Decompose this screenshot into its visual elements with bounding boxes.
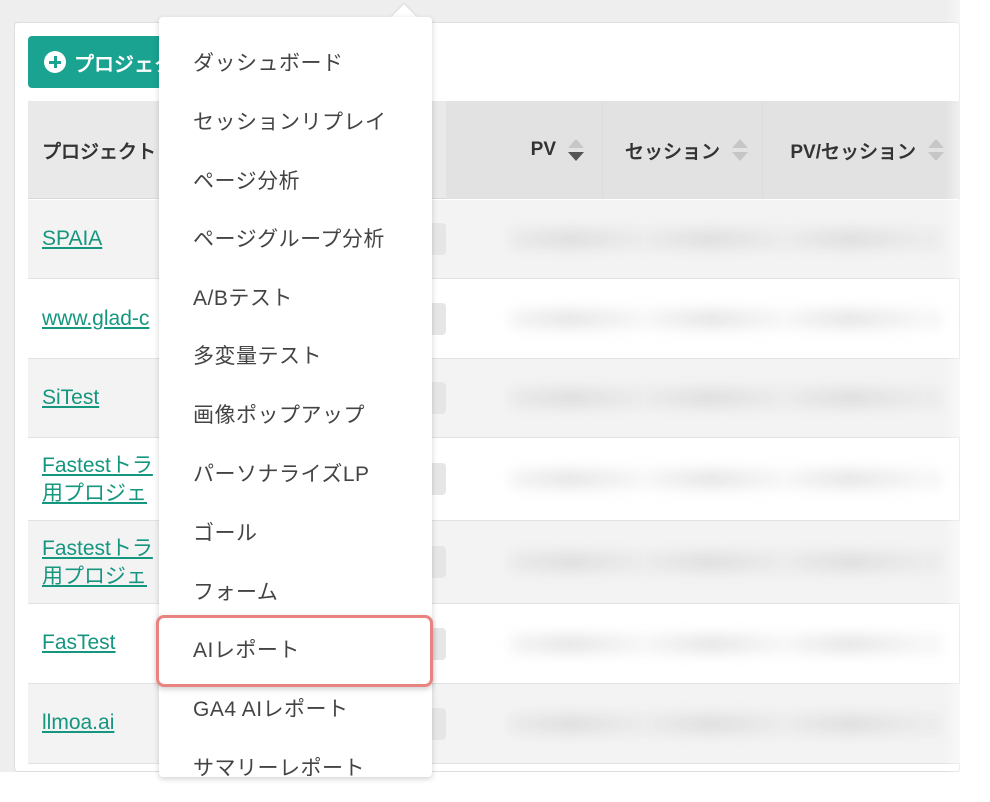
sort-icon[interactable] <box>928 135 944 165</box>
row-menu-toggle[interactable] <box>432 302 446 335</box>
project-link[interactable]: Fastestトラ <box>42 536 153 562</box>
blurred-metrics <box>510 713 940 734</box>
menu-item-image-popup[interactable]: 画像ポップアップ <box>159 394 432 434</box>
blurred-metrics <box>510 633 940 654</box>
menu-item-page-analysis[interactable]: ページ分析 <box>159 160 432 200</box>
menu-item-dashboard[interactable]: ダッシュボード <box>159 42 432 82</box>
row-menu-toggle[interactable] <box>432 463 446 495</box>
row-menu-toggle[interactable] <box>432 627 446 660</box>
menu-item-goal[interactable]: ゴール <box>159 512 432 552</box>
sort-icon[interactable] <box>732 135 748 165</box>
project-link[interactable]: SiTest <box>42 385 99 411</box>
menu-item-ga4-ai-report[interactable]: GA4 AIレポート <box>159 688 432 728</box>
menu-item-session-replay[interactable]: セッションリプレイ <box>159 101 432 141</box>
project-link-line2[interactable]: 用プロジェ <box>42 564 147 590</box>
project-link[interactable]: Fastestトラ <box>42 453 153 479</box>
menu-item-page-group-analysis[interactable]: ページグループ分析 <box>159 218 432 258</box>
menu-item-form[interactable]: フォーム <box>159 571 432 611</box>
plus-circle-icon <box>44 51 66 73</box>
column-header-pv-per-session[interactable]: PV/セッション <box>762 101 960 199</box>
column-header-pv[interactable]: PV <box>446 101 602 199</box>
edge-fade <box>0 772 990 802</box>
row-menu-toggle[interactable] <box>432 223 446 255</box>
column-header-pv-per-session-label: PV/セッション <box>790 141 916 163</box>
highlight-box <box>156 615 433 687</box>
menu-item-summary-report[interactable]: サマリーレポート <box>159 747 432 777</box>
menu-item-multivariate-test[interactable]: 多変量テスト <box>159 335 432 375</box>
column-header-pv-label: PV <box>530 139 556 160</box>
row-menu-toggle[interactable] <box>432 707 446 740</box>
sort-icon[interactable] <box>568 135 584 165</box>
project-link-line2[interactable]: 用プロジェ <box>42 481 147 507</box>
row-menu-toggle[interactable] <box>432 546 446 578</box>
blurred-metrics <box>510 308 940 329</box>
menu-item-personalize-lp[interactable]: パーソナライズLP <box>159 453 432 493</box>
blurred-metrics <box>510 552 940 572</box>
column-header-session-label: セッション <box>624 141 720 163</box>
row-menu-toggle[interactable] <box>432 382 446 414</box>
column-header-session[interactable]: セッション <box>602 101 762 199</box>
column-header-project[interactable]: プロジェクト <box>42 101 156 199</box>
project-link[interactable]: SPAIA <box>42 226 102 252</box>
add-project-button[interactable]: プロジェクト <box>28 36 178 88</box>
blurred-metrics <box>510 469 940 489</box>
project-link[interactable]: llmoa.ai <box>42 710 114 736</box>
project-link[interactable]: www.glad-c <box>42 306 149 332</box>
menu-item-ab-test[interactable]: A/Bテスト <box>159 277 432 317</box>
blurred-metrics <box>510 388 940 408</box>
edge-fade <box>945 0 990 802</box>
project-link[interactable]: FasTest <box>42 630 116 656</box>
blurred-metrics <box>510 229 940 249</box>
